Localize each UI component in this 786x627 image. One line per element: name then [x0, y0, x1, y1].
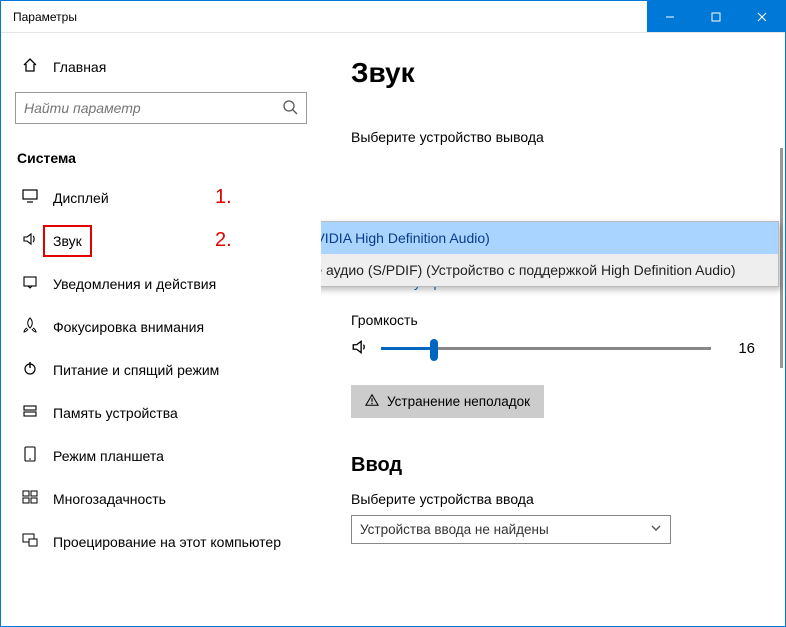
volume-label: Громкость	[351, 312, 755, 328]
sidebar: Главная Система Дисплей 1. Звук 2. Уведо…	[1, 33, 321, 626]
window-title: Параметры	[1, 10, 77, 24]
search-icon	[282, 99, 298, 118]
sidebar-item-label: Уведомления и действия	[53, 276, 216, 292]
sidebar-item-label: Фокусировка внимания	[53, 319, 204, 335]
sidebar-item-power[interactable]: Питание и спящий режим	[15, 348, 307, 391]
focus-icon	[21, 317, 39, 336]
window-controls	[647, 1, 785, 32]
output-device-label: Выберите устройство вывода	[351, 129, 755, 145]
content-pane: Звук Выберите устройство вывода 2769M (N…	[321, 33, 785, 626]
input-heading: Ввод	[351, 454, 755, 477]
display-icon	[21, 188, 39, 207]
search-field[interactable]	[24, 100, 282, 116]
sidebar-item-notifications[interactable]: Уведомления и действия	[15, 262, 307, 305]
slider-thumb[interactable]	[430, 339, 438, 361]
multitask-icon	[21, 489, 39, 508]
section-heading: Система	[15, 146, 307, 176]
tablet-icon	[21, 446, 39, 465]
maximize-button[interactable]	[693, 1, 739, 32]
sidebar-item-label: Питание и спящий режим	[53, 362, 219, 378]
volume-slider[interactable]	[381, 347, 711, 350]
volume-value: 16	[729, 340, 755, 357]
search-input[interactable]	[15, 92, 307, 124]
sidebar-item-label: Режим планшета	[53, 448, 164, 464]
page-title: Звук	[351, 57, 755, 89]
project-icon	[21, 532, 39, 551]
sidebar-item-label: Многозадачность	[53, 491, 166, 507]
minimize-button[interactable]	[647, 1, 693, 32]
dropdown-option[interactable]: 2769M (NVIDIA High Definition Audio)	[321, 222, 778, 254]
sidebar-item-display[interactable]: Дисплей 1.	[15, 176, 307, 219]
power-icon	[21, 360, 39, 379]
sidebar-item-focus[interactable]: Фокусировка внимания	[15, 305, 307, 348]
home-link[interactable]: Главная	[15, 49, 307, 84]
sidebar-item-label: Дисплей	[53, 190, 109, 206]
sidebar-item-multitask[interactable]: Многозадачность	[15, 477, 307, 520]
sidebar-item-label: Проецирование на этот компьютер	[53, 534, 281, 550]
home-label: Главная	[53, 59, 106, 75]
dropdown-option[interactable]: Цифровое аудио (S/PDIF) (Устройство с по…	[321, 254, 778, 286]
notifications-icon	[21, 274, 39, 293]
storage-icon	[21, 403, 39, 422]
input-select-value: Устройства ввода не найдены	[360, 522, 549, 537]
sidebar-item-tablet[interactable]: Режим планшета	[15, 434, 307, 477]
warning-icon	[365, 393, 379, 410]
input-device-label: Выберите устройства ввода	[351, 491, 755, 507]
chevron-down-icon	[650, 522, 662, 537]
sidebar-item-label: Звук	[53, 233, 82, 249]
troubleshoot-label: Устранение неполадок	[387, 394, 530, 409]
input-device-select[interactable]: Устройства ввода не найдены	[351, 515, 671, 544]
titlebar: Параметры	[1, 1, 785, 33]
sidebar-item-label: Память устройства	[53, 405, 178, 421]
scrollbar[interactable]	[780, 148, 783, 368]
home-icon	[21, 57, 39, 76]
annotation-two: 2.	[215, 229, 232, 252]
annotation-one: 1.	[215, 186, 232, 209]
volume-icon[interactable]	[351, 338, 371, 359]
sidebar-item-projecting[interactable]: Проецирование на этот компьютер	[15, 520, 307, 563]
troubleshoot-button[interactable]: Устранение неполадок	[351, 385, 544, 418]
sidebar-item-sound[interactable]: Звук 2.	[15, 219, 307, 262]
output-device-dropdown[interactable]: 2769M (NVIDIA High Definition Audio) Циф…	[321, 221, 779, 287]
close-button[interactable]	[739, 1, 785, 32]
sound-icon	[21, 231, 39, 250]
sidebar-item-storage[interactable]: Память устройства	[15, 391, 307, 434]
